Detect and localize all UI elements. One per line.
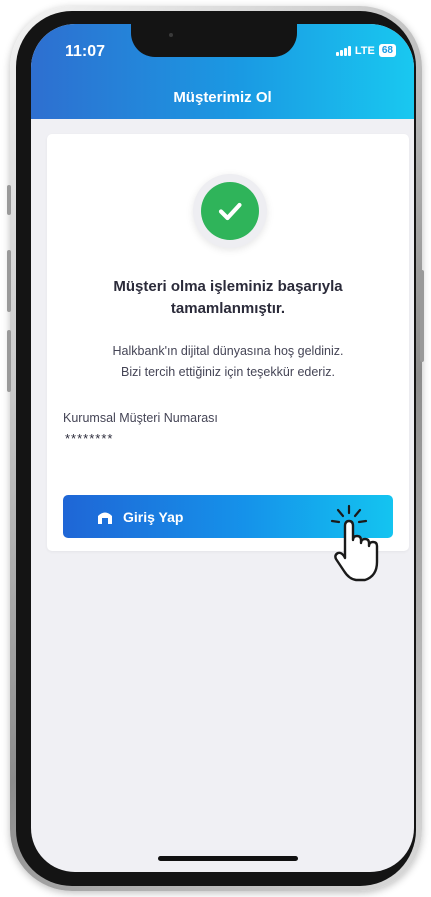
customer-number-value: ******** [65,431,114,446]
status-indicators: LTE 68 [335,44,396,57]
home-indicator[interactable] [158,856,298,861]
silent-switch [7,185,11,215]
volume-up-button [7,250,11,312]
app-header: 11:07 LTE 68 Müşterimiz Ol [31,24,414,119]
customer-number-label: Kurumsal Müşteri Numarası [63,411,218,425]
signal-icon [335,45,351,56]
bank-icon [96,508,114,526]
welcome-message: Halkbank'ın dijital dünyasına hoş geldin… [67,341,389,383]
success-title-line-1: Müşteri olma işleminiz başarıyla [113,278,343,295]
welcome-message-line-1: Halkbank'ın dijital dünyasına hoş geldin… [112,344,344,358]
success-card: Müşteri olma işleminiz başarıyla tamamla… [47,134,409,582]
notch [131,24,297,57]
welcome-message-line-2: Bizi tercih ettiğiniz için teşekkür eder… [121,365,335,379]
power-button [420,270,424,362]
network-type: LTE [354,44,375,57]
page-title: Müşterimiz Ol [173,89,272,106]
login-button-label: Giriş Yap [123,508,184,525]
check-icon [201,182,259,240]
success-title: Müşteri olma işleminiz başarıyla tamamla… [67,276,389,320]
camera-dot [169,33,173,37]
phone-screen: 11:07 LTE 68 Müşterimiz Ol Müşteri olma … [31,24,414,872]
success-badge [193,174,267,248]
status-time: 11:07 [65,43,106,60]
volume-down-button [7,330,11,392]
battery-icon: 68 [378,44,396,57]
success-title-line-2: tamamlanmıştır. [170,300,286,317]
tap-hand-icon [330,504,379,582]
